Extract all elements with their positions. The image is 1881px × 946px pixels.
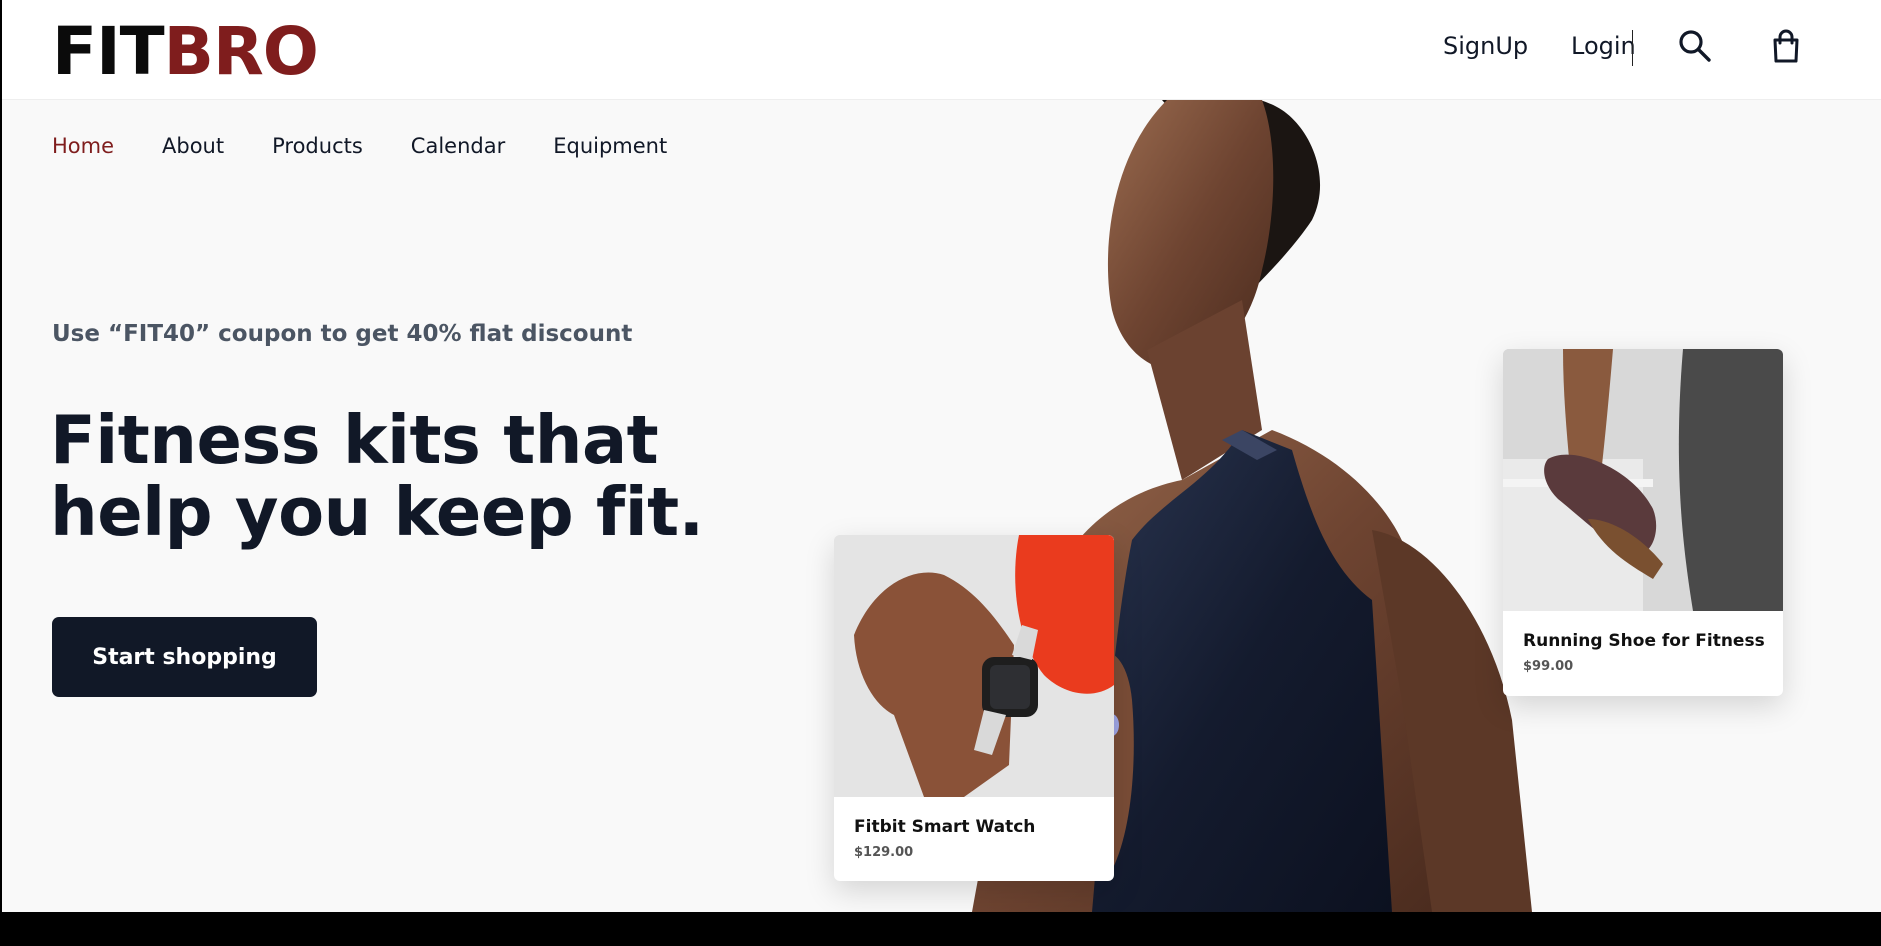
hero-headline: Fitness kits that help you keep fit. [50,404,750,548]
nav-home[interactable]: Home [52,134,114,158]
nav-products[interactable]: Products [272,134,363,158]
smartwatch-image [834,535,1114,797]
signup-link[interactable]: SignUp [1443,32,1528,60]
start-shopping-button[interactable]: Start shopping [52,617,317,697]
page-frame: FITBRO SignUp Login Home About Products … [2,0,1881,912]
logo-part-bro: BRO [163,13,319,90]
nav-about[interactable]: About [162,134,224,158]
logo-part-fit: FIT [52,13,165,90]
running-shoe-price: $99.00 [1523,659,1574,674]
nav-calendar[interactable]: Calendar [411,134,505,158]
smartwatch-name: Fitbit Smart Watch [854,817,1036,837]
header-divider [1632,30,1633,66]
smartwatch-price: $129.00 [854,845,914,860]
brand-logo[interactable]: FITBRO [52,13,319,90]
main-nav: Home About Products Calendar Equipment [52,134,715,158]
nav-equipment[interactable]: Equipment [553,134,667,158]
headline-line-2: help you keep fit. [50,473,704,551]
shopping-bag-icon[interactable] [1766,26,1806,66]
search-icon[interactable] [1675,26,1715,66]
coupon-text: Use “FIT40” coupon to get 40% flat disco… [52,321,633,347]
running-shoe-image [1503,349,1783,611]
headline-line-1: Fitness kits that [50,401,659,479]
product-card-running-shoe[interactable]: Running Shoe for Fitness $99.00 [1503,349,1783,696]
running-shoe-name: Running Shoe for Fitness [1523,631,1765,651]
product-card-smartwatch[interactable]: Fitbit Smart Watch $129.00 [834,535,1114,881]
login-link[interactable]: Login [1571,32,1636,60]
top-header: FITBRO SignUp Login [2,0,1881,100]
